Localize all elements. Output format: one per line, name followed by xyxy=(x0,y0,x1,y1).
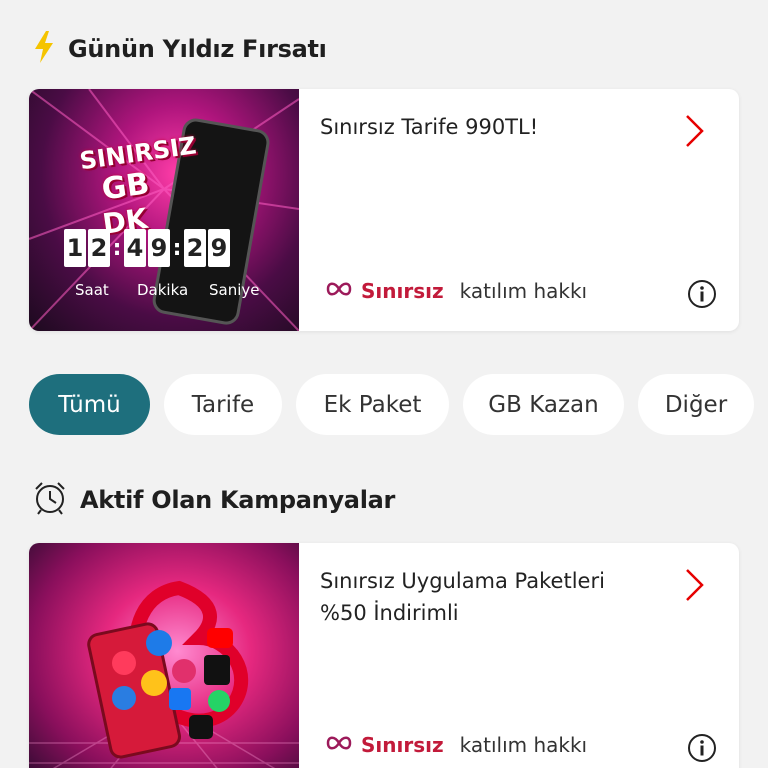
countdown-timer: 1 2 : 4 9 : 2 9 xyxy=(64,229,230,267)
alarm-clock-icon xyxy=(32,480,68,520)
deal-section-header: Günün Yıldız Fırsatı xyxy=(32,30,327,68)
brand-label: Sınırsız xyxy=(361,279,444,303)
deal-card-title: Sınırsız Tarife 990TL! xyxy=(320,115,539,139)
participation-text: katılım hakkı xyxy=(459,279,588,303)
timer-colon: : xyxy=(172,235,182,261)
tab-tariff[interactable]: Tarife xyxy=(164,374,282,435)
info-icon[interactable] xyxy=(687,279,717,313)
timer-label-hours: Saat xyxy=(75,281,109,299)
active-section-header: Aktif Olan Kampanyalar xyxy=(32,480,395,520)
info-icon[interactable] xyxy=(687,733,717,767)
participation-text: katılım hakkı xyxy=(459,733,588,757)
tab-gb-earn[interactable]: GB Kazan xyxy=(463,374,624,435)
campaign-card-footer: Sınırsız katılım hakkı xyxy=(325,733,587,757)
timer-digit: 9 xyxy=(208,229,230,267)
tab-all[interactable]: Tümü xyxy=(29,374,150,435)
chevron-right-icon[interactable] xyxy=(681,567,707,607)
campaign-card[interactable]: Sınırsız Uygulama Paketleri %50 İndiriml… xyxy=(29,543,739,768)
chevron-right-icon[interactable] xyxy=(681,113,707,153)
timer-digit: 2 xyxy=(184,229,206,267)
deal-banner-image: SINIRSIZ GB DK 1 2 : 4 9 : 2 9 Saat Daki… xyxy=(29,89,299,331)
timer-label-seconds: Saniye xyxy=(209,281,260,299)
deal-card-footer: Sınırsız katılım hakkı xyxy=(325,279,587,303)
timer-digit: 9 xyxy=(148,229,170,267)
brand-label: Sınırsız xyxy=(361,733,444,757)
infinity-icon xyxy=(325,281,353,301)
promo-words: SINIRSIZ GB DK xyxy=(78,131,208,242)
tab-other[interactable]: Diğer xyxy=(638,374,754,435)
active-section-title: Aktif Olan Kampanyalar xyxy=(80,486,396,514)
timer-digit: 2 xyxy=(88,229,110,267)
campaign-card-title: Sınırsız Uygulama Paketleri %50 İndiriml… xyxy=(320,569,605,625)
timer-digit: 4 xyxy=(124,229,146,267)
timer-colon: : xyxy=(112,235,122,261)
deal-section-title: Günün Yıldız Fırsatı xyxy=(68,35,327,63)
timer-digit: 1 xyxy=(64,229,86,267)
tab-extra-package[interactable]: Ek Paket xyxy=(296,374,449,435)
infinity-icon xyxy=(325,735,353,755)
campaign-banner-image xyxy=(29,543,299,768)
lightning-bolt-icon xyxy=(32,30,56,68)
category-tabs: Tümü Tarife Ek Paket GB Kazan Diğer xyxy=(29,374,754,435)
timer-label-minutes: Dakika xyxy=(137,281,189,299)
deal-card[interactable]: SINIRSIZ GB DK 1 2 : 4 9 : 2 9 Saat Daki… xyxy=(29,89,739,331)
